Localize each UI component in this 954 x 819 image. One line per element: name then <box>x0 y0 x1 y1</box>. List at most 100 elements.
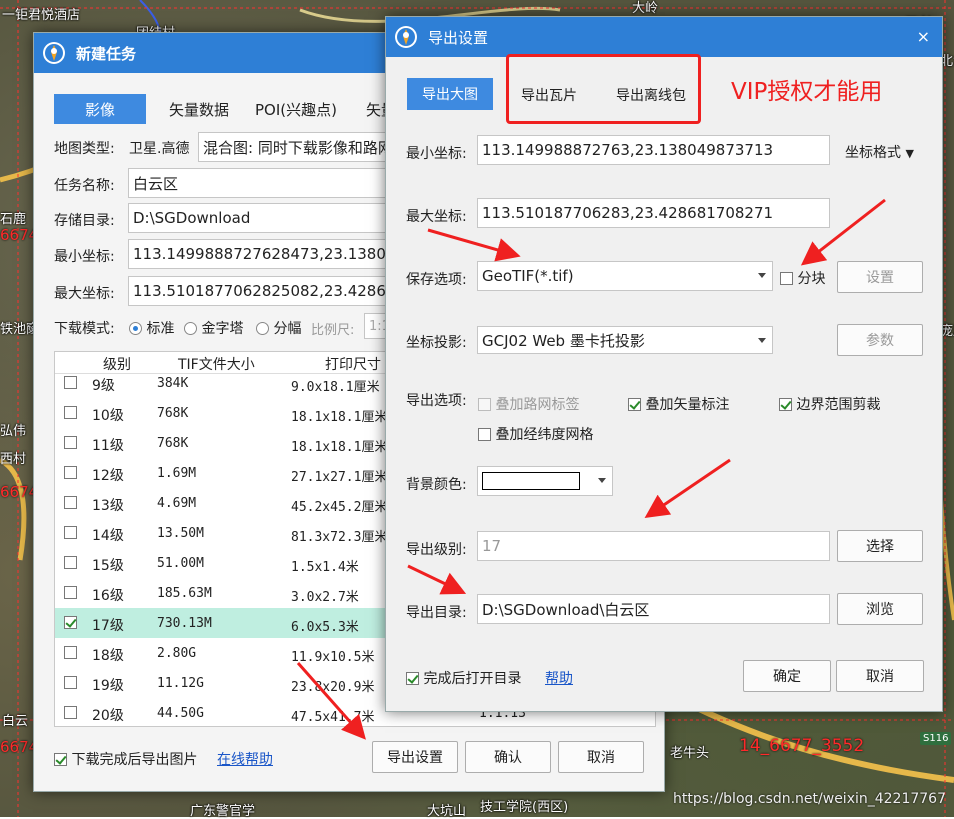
cell-print: 45.2x45.2厘米 <box>291 500 388 515</box>
cell-level: 12级 <box>92 468 124 484</box>
row-checkbox[interactable] <box>64 556 77 571</box>
cell-size: 44.50G <box>157 706 204 721</box>
cancel-button[interactable]: 取消 <box>836 660 924 692</box>
row-checkbox[interactable] <box>64 436 77 451</box>
save-option-label: 保存选项: <box>406 272 467 288</box>
mode-standard-radio[interactable]: 标准 <box>129 318 174 338</box>
browse-button[interactable]: 浏览 <box>837 593 923 625</box>
chevron-down-icon <box>758 273 766 278</box>
checkbox-checked-icon <box>64 616 77 629</box>
cell-level: 14级 <box>92 528 124 544</box>
projection-label: 坐标投影: <box>406 335 467 351</box>
tab-vector-data[interactable]: 矢量数据 <box>169 99 229 120</box>
task-name-input[interactable]: 白云区 <box>128 168 393 198</box>
map-place-label: 大岭 <box>632 1 659 16</box>
row-checkbox[interactable] <box>64 496 77 511</box>
checkbox-icon <box>64 436 77 449</box>
max-coord-input[interactable]: 113.510187706283,23.428681708271 <box>477 198 830 228</box>
row-checkbox[interactable] <box>64 706 77 721</box>
max-coord-label: 最大坐标: <box>406 209 467 225</box>
online-help-link[interactable]: 在线帮助 <box>217 749 273 769</box>
split-checkbox[interactable]: 分块 <box>780 268 825 288</box>
storage-dir-input[interactable]: D:\SGDownload <box>128 203 393 233</box>
open-dir-after-checkbox[interactable]: 完成后打开目录 <box>406 668 521 688</box>
mode-pyramid-radio[interactable]: 金字塔 <box>184 318 243 338</box>
cell-level: 11级 <box>92 438 124 454</box>
vip-highlight-box <box>506 54 701 124</box>
vector-labels-checkbox[interactable]: 叠加矢量标注 <box>628 394 729 414</box>
cell-size: 768K <box>157 436 189 451</box>
cell-print: 11.9x10.5米 <box>291 650 375 665</box>
max-coord-input[interactable]: 113.5101877062825082,23.428681 <box>128 276 393 306</box>
export-level-input[interactable]: 17 <box>477 531 830 561</box>
ok-button[interactable]: 确定 <box>743 660 831 692</box>
cell-level: 16级 <box>92 588 124 604</box>
row-checkbox[interactable] <box>64 376 77 391</box>
save-format-select[interactable]: GeoTIF(*.tif) <box>477 261 773 291</box>
map-type-value: 卫星.高德 <box>129 141 190 157</box>
row-checkbox[interactable] <box>64 406 77 421</box>
checkbox-icon <box>478 398 491 411</box>
close-icon[interactable]: × <box>917 27 930 46</box>
max-coord-label: 最大坐标: <box>54 286 115 302</box>
cell-print: 1.5x1.4米 <box>291 560 359 575</box>
cell-print: 18.1x18.1厘米 <box>291 410 388 425</box>
tab-imagery[interactable]: 影像 <box>54 94 146 124</box>
checkbox-icon <box>478 428 491 441</box>
radio-off-icon <box>256 322 269 335</box>
cell-print: 23.8x20.9米 <box>291 680 375 695</box>
checkbox-icon <box>64 646 77 659</box>
graticule-checkbox[interactable]: 叠加经纬度网格 <box>478 424 593 444</box>
row-checkbox[interactable] <box>64 466 77 481</box>
caret-down-icon: ▼ <box>905 147 914 160</box>
help-link[interactable]: 帮助 <box>545 668 573 688</box>
map-type-label: 地图类型: <box>54 141 115 157</box>
coord-format-dropdown[interactable]: 坐标格式 ▼ <box>845 142 914 162</box>
row-checkbox[interactable] <box>64 586 77 601</box>
storage-dir-label: 存储目录: <box>54 213 115 229</box>
checkbox-icon <box>64 556 77 569</box>
cell-print: 81.3x72.3厘米 <box>291 530 388 545</box>
export-settings-dialog: 导出设置 × 导出大图 导出瓦片 导出离线包 VIP授权才能用 最小坐标: 11… <box>385 16 943 712</box>
cell-print: 27.1x27.1厘米 <box>291 470 388 485</box>
map-place-label: 大坑山 <box>427 804 467 819</box>
cell-size: 384K <box>157 376 189 391</box>
cell-size: 2.80G <box>157 646 197 661</box>
row-checkbox[interactable] <box>64 646 77 661</box>
min-coord-input[interactable]: 113.149988872763,23.138049873713 <box>477 135 830 165</box>
row-checkbox[interactable] <box>64 676 77 691</box>
title-bar[interactable]: 导出设置 × <box>386 17 942 57</box>
params-button[interactable]: 参数 <box>837 324 923 356</box>
confirm-button[interactable]: 确认 <box>465 741 551 773</box>
map-place-label: 弘伟 <box>0 424 27 439</box>
background-color-picker[interactable] <box>477 466 613 496</box>
checkbox-icon <box>780 272 793 285</box>
checkbox-checked-icon <box>406 672 419 685</box>
cell-level: 18级 <box>92 648 124 664</box>
tab-export-large-image[interactable]: 导出大图 <box>407 78 493 110</box>
export-settings-button[interactable]: 导出设置 <box>372 741 458 773</box>
settings-button[interactable]: 设置 <box>837 261 923 293</box>
mode-sheet-radio[interactable]: 分幅 <box>256 318 301 338</box>
cell-print: 6.0x5.3米 <box>291 620 359 635</box>
export-dir-input[interactable]: D:\SGDownload\白云区 <box>477 594 830 624</box>
map-place-label: 白云 <box>2 714 29 729</box>
boundary-clip-checkbox[interactable]: 边界范围剪裁 <box>779 394 880 414</box>
cell-size: 11.12G <box>157 676 204 691</box>
export-after-download-checkbox[interactable]: 下载完成后导出图片 <box>54 749 197 769</box>
cell-size: 13.50M <box>157 526 204 541</box>
tab-poi[interactable]: POI(兴趣点) <box>255 99 337 120</box>
road-labels-checkbox[interactable]: 叠加路网标签 <box>478 394 579 414</box>
cell-level: 15级 <box>92 558 124 574</box>
row-checkbox[interactable] <box>64 616 77 631</box>
cancel-button[interactable]: 取消 <box>558 741 644 773</box>
cell-size: 1.69M <box>157 466 197 481</box>
app-logo-icon <box>394 25 418 49</box>
watermark: https://blog.csdn.net/weixin_42217767 <box>672 791 946 807</box>
projection-select[interactable]: GCJ02 Web 墨卡托投影 <box>477 326 773 354</box>
select-level-button[interactable]: 选择 <box>837 530 923 562</box>
road-badge: S116 <box>920 732 952 745</box>
window-title: 新建任务 <box>76 44 137 63</box>
min-coord-input[interactable]: 113.1499888727628473,23.138049 <box>128 239 393 269</box>
row-checkbox[interactable] <box>64 526 77 541</box>
